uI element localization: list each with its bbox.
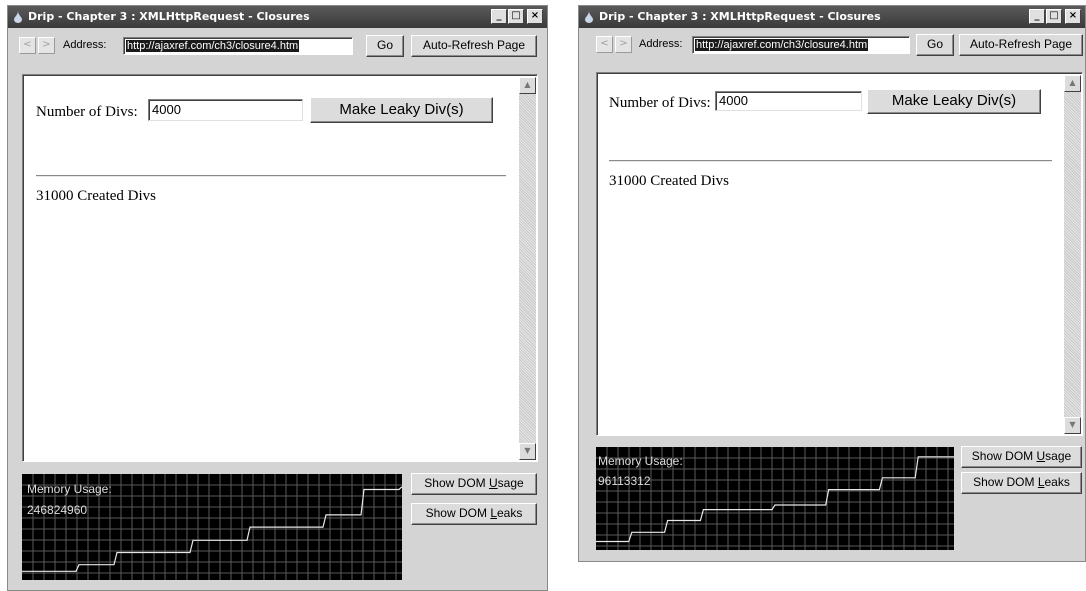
back-button[interactable]: < [596,36,613,53]
go-button[interactable]: Go [366,35,404,57]
show-dom-leaks-button[interactable]: Show DOM Leaks [961,472,1082,494]
button-label: Show DOM Usage [424,476,524,490]
memory-graph: Memory Usage: 96113312 [596,447,954,550]
num-divs-label: Number of Divs: [36,104,138,120]
minimize-button[interactable]: _ [491,9,507,24]
minimize-button[interactable]: _ [1029,9,1045,24]
address-input[interactable]: http://ajaxref.com/ch3/closure4.htm [123,37,353,55]
title-bar: Drip - Chapter 3 : XMLHttpRequest - Clos… [579,6,1085,28]
make-leaky-divs-button[interactable]: Make Leaky Div(s) [867,89,1041,114]
drip-app-icon [14,11,22,23]
memory-usage-value: 96113312 [598,474,651,488]
address-label: Address: [639,38,683,50]
close-button[interactable]: × [1065,9,1081,24]
browser-content: Number of Divs: 4000 Make Leaky Div(s) 3… [22,74,538,462]
memory-usage-line [596,456,954,543]
auto-refresh-button[interactable]: Auto-Refresh Page [959,34,1083,56]
title-bar: Drip - Chapter 3 : XMLHttpRequest - Clos… [8,6,547,28]
back-button[interactable]: < [19,37,36,54]
num-divs-label: Number of Divs: [609,95,711,111]
go-button[interactable]: Go [916,34,954,56]
drip-window-2: Drip - Chapter 3 : XMLHttpRequest - Clos… [578,5,1086,562]
button-label: Show DOM Usage [971,449,1072,463]
status-text: 31000 Created Divs [36,188,156,204]
memory-usage-value: 246824960 [27,503,88,517]
memory-usage-label: Memory Usage: [27,482,112,496]
divider [609,160,1052,162]
window-title: Drip - Chapter 3 : XMLHttpRequest - Clos… [599,10,881,23]
status-text: 31000 Created Divs [609,173,729,189]
memory-usage-label: Memory Usage: [598,454,683,468]
num-divs-input[interactable]: 4000 [715,91,862,111]
forward-button[interactable]: > [615,36,632,53]
vertical-scrollbar[interactable]: ▲ ▼ [1064,75,1081,434]
address-label: Address: [63,39,107,51]
address-value: http://ajaxref.com/ch3/closure4.htm [695,39,869,51]
maximize-button[interactable]: □ [508,9,524,24]
drip-window-1: Drip - Chapter 3 : XMLHttpRequest - Clos… [7,5,548,591]
memory-graph: Memory Usage: 246824960 [22,474,402,580]
divider [36,175,506,177]
maximize-button[interactable]: □ [1046,9,1062,24]
window-title: Drip - Chapter 3 : XMLHttpRequest - Clos… [28,10,310,23]
num-divs-input[interactable]: 4000 [148,99,303,121]
address-toolbar: < > Address: http://ajaxref.com/ch3/clos… [579,28,1085,58]
show-dom-usage-button[interactable]: Show DOM Usage [961,446,1082,468]
vertical-scrollbar[interactable]: ▲ ▼ [519,77,536,460]
show-dom-usage-button[interactable]: Show DOM Usage [411,473,537,495]
auto-refresh-button[interactable]: Auto-Refresh Page [411,35,537,57]
show-dom-leaks-button[interactable]: Show DOM Leaks [411,503,537,525]
drip-app-icon [585,11,593,23]
make-leaky-divs-button[interactable]: Make Leaky Div(s) [310,97,493,123]
scroll-up-arrow-icon[interactable]: ▲ [519,77,536,94]
address-toolbar: < > Address: http://ajaxref.com/ch3/clos… [8,28,547,58]
scroll-down-arrow-icon[interactable]: ▼ [519,443,536,460]
scroll-up-arrow-icon[interactable]: ▲ [1064,75,1081,92]
scroll-down-arrow-icon[interactable]: ▼ [1064,417,1081,434]
address-value: http://ajaxref.com/ch3/closure4.htm [126,40,300,52]
button-label: Show DOM Leaks [425,506,523,520]
button-label: Show DOM Leaks [973,475,1070,489]
address-input[interactable]: http://ajaxref.com/ch3/closure4.htm [692,36,910,54]
close-button[interactable]: × [527,9,543,24]
browser-content: Number of Divs: 4000 Make Leaky Div(s) 3… [596,72,1083,436]
forward-button[interactable]: > [38,37,55,54]
